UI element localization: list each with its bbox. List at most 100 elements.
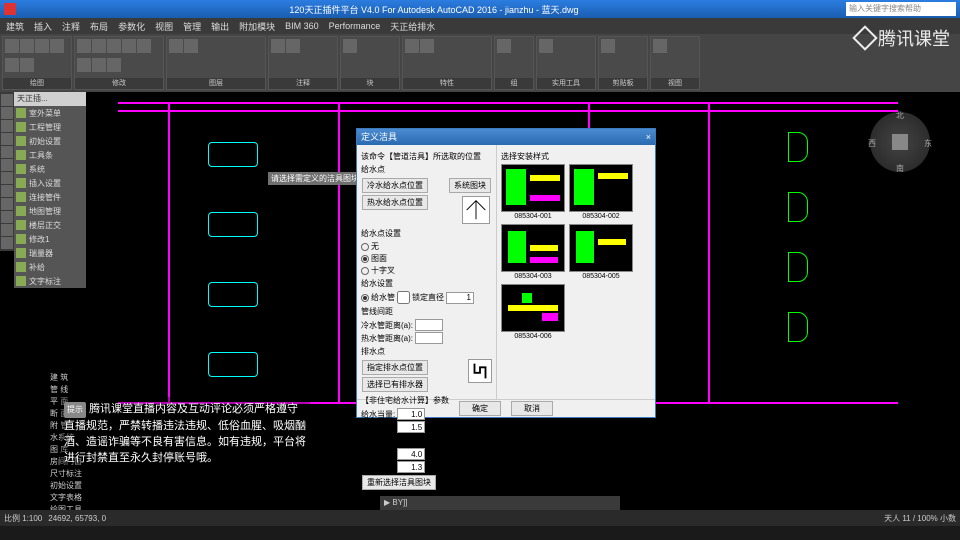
menu-item[interactable]: 附加模块 — [239, 20, 275, 33]
vtool-icon[interactable] — [1, 94, 13, 106]
tree-item[interactable]: 建 筑 — [50, 372, 90, 384]
tool-item[interactable]: 工具条 — [14, 148, 86, 162]
tool-icon[interactable] — [77, 58, 91, 72]
panel-tab[interactable]: 天正插... — [14, 92, 86, 106]
preview-icon — [462, 196, 490, 224]
vtool-icon[interactable] — [1, 159, 13, 171]
drain-rate-input[interactable] — [397, 448, 425, 460]
radio-none[interactable]: 无 — [361, 241, 492, 252]
tool-icon[interactable] — [137, 39, 151, 53]
tool-item[interactable]: 工程管理 — [14, 120, 86, 134]
vtool-icon[interactable] — [1, 146, 13, 158]
ok-button[interactable]: 确定 — [459, 401, 501, 416]
cold-dist-input[interactable] — [415, 319, 443, 331]
tool-item[interactable]: 楼层正交 — [14, 218, 86, 232]
vtool-icon[interactable] — [1, 237, 13, 249]
tool-icon[interactable] — [20, 39, 34, 53]
tree-item[interactable]: 管 线 — [50, 384, 90, 396]
tool-icon[interactable] — [35, 39, 49, 53]
tool-icon[interactable] — [107, 39, 121, 53]
tool-item[interactable]: 修改1 — [14, 232, 86, 246]
vtool-icon[interactable] — [1, 198, 13, 210]
drain-fix-input[interactable] — [397, 461, 425, 473]
lock-checkbox[interactable] — [397, 291, 410, 304]
select-drain-button[interactable]: 选择已有排水器 — [362, 377, 428, 392]
reset-button[interactable]: 重新选择洁具图块 — [362, 475, 436, 490]
tool-icon[interactable] — [122, 39, 136, 53]
help-search-input[interactable]: 输入关键字搜索帮助 — [846, 2, 956, 16]
tool-icon[interactable] — [601, 39, 615, 53]
tool-icon[interactable] — [286, 39, 300, 53]
vtool-icon[interactable] — [1, 211, 13, 223]
tool-item[interactable]: 瑞量器 — [14, 246, 86, 260]
sys-block-button[interactable]: 系统图块 — [449, 178, 491, 193]
menu-item[interactable]: Performance — [329, 21, 381, 31]
menu-item[interactable]: 视图 — [155, 20, 173, 33]
tool-item[interactable]: 插入设置 — [14, 176, 86, 190]
style-option[interactable]: 085304-006 — [501, 284, 565, 340]
tree-item[interactable]: 文字表格 — [50, 492, 90, 504]
radio-cross[interactable]: 十字叉 — [361, 265, 492, 276]
vtool-icon[interactable] — [1, 224, 13, 236]
cancel-button[interactable]: 取消 — [511, 401, 553, 416]
tool-item[interactable]: 连接管件 — [14, 190, 86, 204]
tool-icon[interactable] — [92, 58, 106, 72]
tool-icon[interactable] — [497, 39, 511, 53]
tool-item[interactable]: 室外菜单 — [14, 106, 86, 120]
tool-icon[interactable] — [50, 39, 64, 53]
hot-dist-input[interactable] — [415, 332, 443, 344]
vtool-icon[interactable] — [1, 120, 13, 132]
vtool-icon[interactable] — [1, 107, 13, 119]
view-cube[interactable]: 北 南 东 西 — [870, 112, 930, 172]
scale-display[interactable]: 比例 1:100 — [4, 513, 42, 524]
menu-item[interactable]: 管理 — [183, 20, 201, 33]
vtool-icon[interactable] — [1, 172, 13, 184]
taskbar[interactable] — [0, 526, 960, 540]
tool-icon[interactable] — [271, 39, 285, 53]
tool-item[interactable]: 文字标注 — [14, 274, 86, 288]
tool-item[interactable]: 初始设置 — [14, 134, 86, 148]
tool-item[interactable]: 地图管理 — [14, 204, 86, 218]
tree-item[interactable]: 初始设置 — [50, 480, 90, 492]
menu-item[interactable]: 输出 — [211, 20, 229, 33]
tool-icon[interactable] — [420, 39, 434, 53]
style-option[interactable]: 085304-002 — [569, 164, 633, 220]
command-line[interactable]: ▶ BY]] — [380, 496, 620, 510]
radio-graph[interactable]: 图面 — [361, 253, 492, 264]
supply-rate-input[interactable] — [397, 408, 425, 420]
close-icon[interactable]: × — [646, 129, 651, 145]
tool-icon[interactable] — [92, 39, 106, 53]
vtool-icon[interactable] — [1, 133, 13, 145]
menu-item[interactable]: 天正给排水 — [390, 20, 435, 33]
tool-icon[interactable] — [169, 39, 183, 53]
menu-item[interactable]: 注释 — [62, 20, 80, 33]
lock-value-input[interactable] — [446, 292, 474, 304]
menu-item[interactable]: BIM 360 — [285, 21, 319, 31]
tool-icon[interactable] — [539, 39, 553, 53]
tool-item[interactable]: 系统 — [14, 162, 86, 176]
style-option[interactable]: 085304-003 — [501, 224, 565, 280]
hot-water-button[interactable]: 热水给水点位置 — [362, 195, 428, 210]
tool-icon[interactable] — [5, 39, 19, 53]
tool-icon[interactable] — [20, 58, 34, 72]
style-option[interactable]: 085304-005 — [569, 224, 633, 280]
menu-item[interactable]: 插入 — [34, 20, 52, 33]
menu-item[interactable]: 参数化 — [118, 20, 145, 33]
drain-pos-button[interactable]: 指定排水点位置 — [362, 360, 428, 375]
radio-pipe[interactable]: 给水管 锁定直径 — [361, 291, 492, 304]
supply-fix-input[interactable] — [397, 421, 425, 433]
vtool-icon[interactable] — [1, 185, 13, 197]
style-option[interactable]: 085304-001 — [501, 164, 565, 220]
dialog-titlebar[interactable]: 定义洁具 × — [357, 129, 655, 145]
tool-icon[interactable] — [107, 58, 121, 72]
cold-water-button[interactable]: 冷水给水点位置 — [362, 178, 428, 193]
tool-item[interactable]: 补给 — [14, 260, 86, 274]
tool-icon[interactable] — [343, 39, 357, 53]
menu-item[interactable]: 布局 — [90, 20, 108, 33]
tool-icon[interactable] — [184, 39, 198, 53]
tool-icon[interactable] — [653, 39, 667, 53]
tool-icon[interactable] — [5, 58, 19, 72]
tool-icon[interactable] — [77, 39, 91, 53]
tool-icon[interactable] — [405, 39, 419, 53]
menu-item[interactable]: 建筑 — [6, 20, 24, 33]
